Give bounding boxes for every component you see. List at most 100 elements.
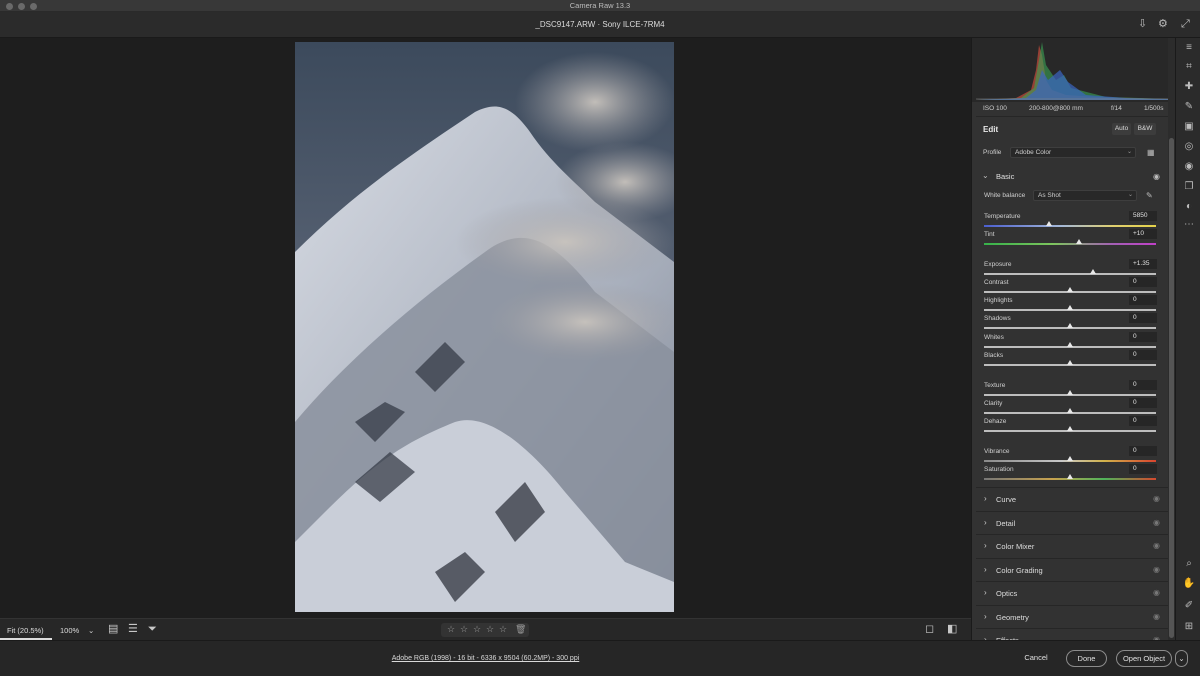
zoom-dropdown-caret[interactable]: ⌄ <box>88 626 94 635</box>
gear-icon[interactable]: ⚙ <box>1158 18 1168 30</box>
cancel-button[interactable]: Cancel <box>1016 650 1056 667</box>
visibility-eye-icon[interactable]: ◉ <box>1153 172 1160 181</box>
panel-effects[interactable]: ›Effects◉ <box>976 628 1168 640</box>
healing-icon[interactable]: ✚ <box>1182 81 1196 93</box>
dehaze-thumb[interactable] <box>1067 426 1073 431</box>
visibility-eye-icon[interactable]: ◉ <box>1153 518 1160 527</box>
chevron-right-icon[interactable]: › <box>984 588 987 597</box>
panel-title[interactable]: Geometry <box>996 613 1029 622</box>
crop-icon[interactable]: ⌗ <box>1182 61 1196 73</box>
whites-value-field[interactable]: 0 <box>1129 332 1157 342</box>
workflow-options-link[interactable]: Adobe RGB (1998) - 16 bit - 6336 x 9504 … <box>0 655 971 662</box>
tint-value-field[interactable]: +10 <box>1129 229 1157 239</box>
vibrance-value-field[interactable]: 0 <box>1129 446 1157 456</box>
brush-icon[interactable]: ✎ <box>1182 101 1196 113</box>
panel-title[interactable]: Color Grading <box>996 566 1043 575</box>
tint-track[interactable] <box>984 243 1156 245</box>
tint-thumb[interactable] <box>1076 239 1082 244</box>
panel-title[interactable]: Optics <box>996 589 1017 598</box>
visibility-eye-icon[interactable]: ◉ <box>1153 494 1160 503</box>
sliders-icon[interactable]: ≡ <box>1182 42 1196 54</box>
shadows-value-field[interactable]: 0 <box>1129 313 1157 323</box>
chevron-right-icon[interactable]: › <box>984 612 987 621</box>
presets-icon[interactable]: ◐ <box>1182 201 1196 213</box>
panel-color-grading[interactable]: › Color Grading ◉ <box>976 557 1168 581</box>
panel-geometry[interactable]: › Geometry ◉ <box>976 604 1168 628</box>
whites-thumb[interactable] <box>1067 342 1073 347</box>
photo-preview[interactable] <box>295 42 674 612</box>
chevron-right-icon[interactable]: › <box>984 541 987 550</box>
blacks-thumb[interactable] <box>1067 360 1073 365</box>
panel-optics[interactable]: › Optics ◉ <box>976 581 1168 604</box>
sort-icon[interactable]: ☰ <box>128 623 138 635</box>
scrollbar-thumb[interactable] <box>1169 138 1174 638</box>
vibrance-thumb[interactable] <box>1067 456 1073 461</box>
star-icon[interactable]: ☆ <box>486 624 494 635</box>
zoom-icon[interactable]: ⌕ <box>1182 558 1196 570</box>
chevron-right-icon[interactable]: › <box>984 518 987 527</box>
fit-zoom-button[interactable]: Fit (20.5%) <box>7 626 44 635</box>
temperature-thumb[interactable] <box>1046 221 1052 226</box>
exposure-value-field[interactable]: +1.35 <box>1129 259 1157 269</box>
more-icon[interactable]: ⋯ <box>1182 219 1196 231</box>
clarity-thumb[interactable] <box>1067 408 1073 413</box>
panel-title[interactable]: Curve <box>996 495 1016 504</box>
expand-icon[interactable]: ⤢ <box>1181 18 1190 30</box>
temperature-value-field[interactable]: 5850 <box>1129 211 1157 221</box>
panel-curve[interactable]: › Curve ◉ <box>976 487 1168 510</box>
visibility-eye-icon[interactable]: ◉ <box>1153 541 1160 550</box>
exposure-thumb[interactable] <box>1090 269 1096 274</box>
star-icon[interactable]: ☆ <box>473 624 481 635</box>
grid-icon[interactable]: ⊞ <box>1182 621 1196 633</box>
star-icon[interactable]: ☆ <box>499 624 507 635</box>
visibility-eye-icon[interactable]: ◉ <box>1153 612 1160 621</box>
panel-color-mixer[interactable]: › Color Mixer ◉ <box>976 534 1168 557</box>
clarity-value-field[interactable]: 0 <box>1129 398 1157 408</box>
panel-title[interactable]: Detail <box>996 519 1015 528</box>
trash-icon[interactable]: 🗑 <box>515 624 526 635</box>
filter-icon[interactable]: ⏷ <box>148 623 157 635</box>
highlights-value-field[interactable]: 0 <box>1129 295 1157 305</box>
bw-button[interactable]: B&W <box>1134 123 1156 135</box>
visibility-eye-icon[interactable]: ◉ <box>1153 588 1160 597</box>
star-icon[interactable]: ☆ <box>460 624 468 635</box>
radial-icon[interactable]: ◎ <box>1182 141 1196 153</box>
chevron-down-icon[interactable]: ⌄ <box>982 171 989 180</box>
open-options-button[interactable]: ⌄ <box>1175 650 1188 667</box>
panel-title[interactable]: Color Mixer <box>996 542 1034 551</box>
auto-button[interactable]: Auto <box>1112 123 1131 135</box>
snapshots-icon[interactable]: ❐ <box>1182 181 1196 193</box>
exposure-track[interactable] <box>984 273 1156 275</box>
eyedropper-icon[interactable]: ✎ <box>1146 191 1153 200</box>
basic-section-title[interactable]: Basic <box>996 172 1014 181</box>
white-balance-dropdown[interactable]: As Shot ⌄ <box>1033 190 1137 201</box>
dehaze-value-field[interactable]: 0 <box>1129 416 1157 426</box>
highlights-thumb[interactable] <box>1067 305 1073 310</box>
single-view-icon[interactable]: ◻ <box>925 623 934 635</box>
sampler-icon[interactable]: ✐ <box>1182 600 1196 612</box>
compare-view-icon[interactable]: ◧ <box>947 623 957 635</box>
star-icon[interactable]: ☆ <box>447 624 455 635</box>
shadows-thumb[interactable] <box>1067 323 1073 328</box>
save-icon[interactable]: ⇩ <box>1138 18 1147 30</box>
contrast-thumb[interactable] <box>1067 287 1073 292</box>
texture-thumb[interactable] <box>1067 390 1073 395</box>
profile-browser-icon[interactable]: ▦ <box>1147 148 1155 157</box>
saturation-thumb[interactable] <box>1067 474 1073 479</box>
chevron-right-icon[interactable]: › <box>984 565 987 574</box>
temperature-track[interactable] <box>984 225 1156 227</box>
open-object-button[interactable]: Open Object <box>1116 650 1172 667</box>
saturation-value-field[interactable]: 0 <box>1129 464 1157 474</box>
profile-dropdown[interactable]: Adobe Color ⌄ <box>1010 147 1136 158</box>
texture-value-field[interactable]: 0 <box>1129 380 1157 390</box>
chevron-right-icon[interactable]: › <box>984 494 987 503</box>
gradient-icon[interactable]: ▣ <box>1182 121 1196 133</box>
done-button[interactable]: Done <box>1066 650 1107 667</box>
panel-scrollbar[interactable] <box>1168 38 1175 640</box>
blacks-value-field[interactable]: 0 <box>1129 350 1157 360</box>
hand-icon[interactable]: ✋ <box>1182 578 1196 590</box>
contrast-value-field[interactable]: 0 <box>1129 277 1157 287</box>
image-canvas[interactable] <box>0 38 971 618</box>
visibility-eye-icon[interactable]: ◉ <box>1153 565 1160 574</box>
star-rating[interactable]: ☆ ☆ ☆ ☆ ☆ 🗑 <box>441 623 529 637</box>
